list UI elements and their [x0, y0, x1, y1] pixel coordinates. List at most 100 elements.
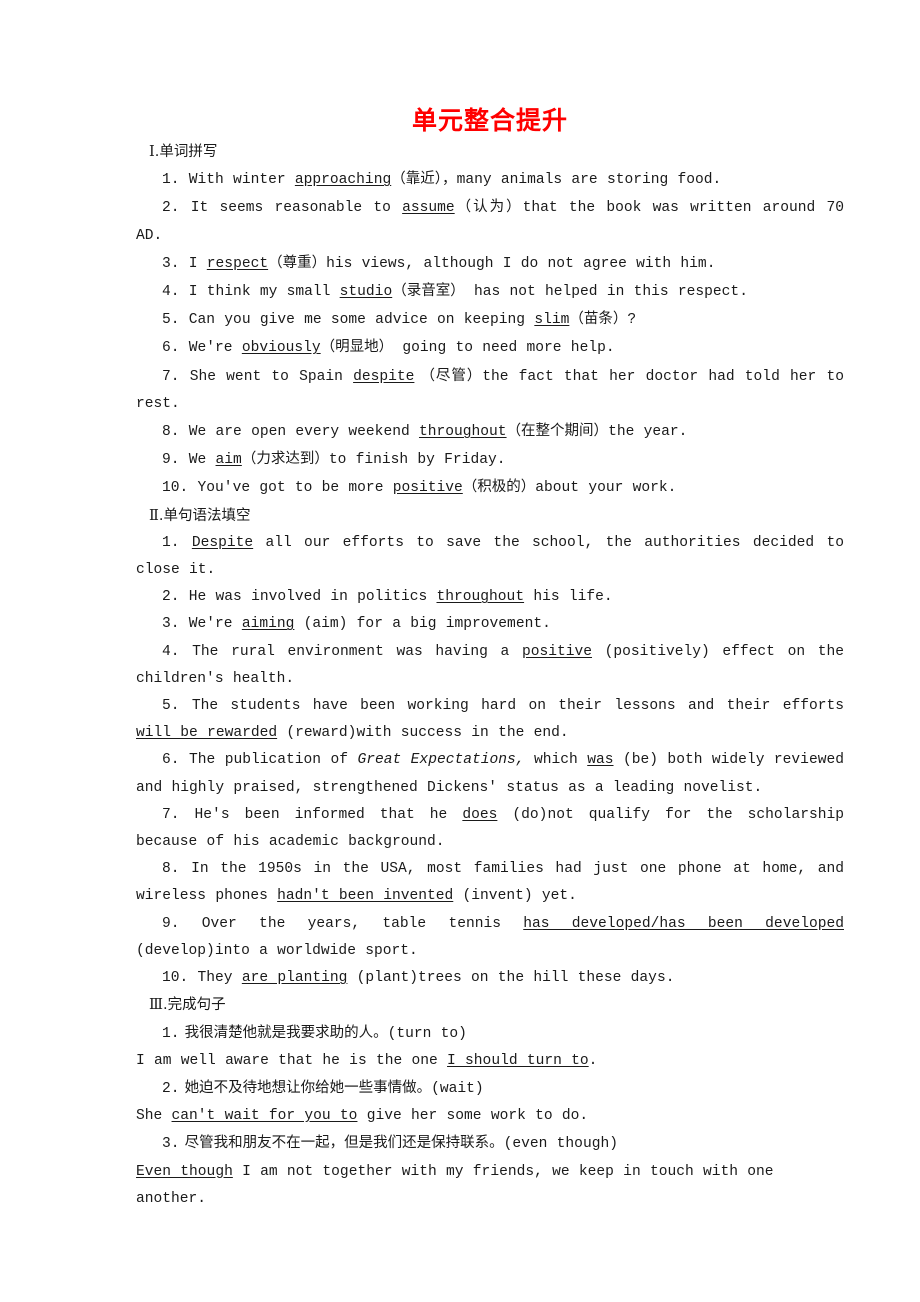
item-post: the year.	[608, 424, 688, 441]
list-item: 8. We are open every weekend throughout（…	[136, 418, 844, 446]
item-pre: Can you give me some advice on keeping	[179, 312, 535, 329]
item-gloss: （尊重）	[268, 254, 327, 271]
list-item: 4. I think my small studio（录音室） has not …	[136, 278, 844, 306]
item-post: for a big improvement.	[347, 616, 551, 633]
item-pre: We're	[179, 340, 242, 357]
answer-blank: Even though	[136, 1163, 233, 1180]
item-number: 2.	[162, 200, 180, 217]
item-hint: (positively)	[592, 643, 710, 660]
item-number: 7.	[162, 368, 180, 385]
item-prompt-cn: 尽管我和朋友不在一起，但是我们还是保持联系。	[179, 1135, 504, 1152]
item-prompt-hint: (wait)	[431, 1080, 484, 1097]
item-number: 1.	[162, 1025, 180, 1042]
section-label-2: 单句语法填空	[163, 507, 251, 524]
item-pre: He was involved in politics	[179, 589, 437, 606]
item-number: 8.	[162, 861, 180, 878]
document-page: 单元整合提升 Ⅰ.单词拼写 1. With winter approaching…	[136, 0, 844, 1213]
item-pre: The publication of	[179, 752, 358, 769]
list-item: 3. 尽管我和朋友不在一起，但是我们还是保持联系。(even though)	[136, 1130, 844, 1158]
list-item: 7. He's been informed that he does (do)n…	[136, 802, 844, 856]
answer-pre: I am well aware that he is the one	[136, 1052, 448, 1069]
item-answer: studio	[339, 284, 393, 301]
item-number: 3.	[162, 1136, 180, 1153]
section-heading-1: Ⅰ.单词拼写	[136, 139, 844, 166]
item-post: into a worldwide sport.	[214, 942, 418, 959]
item-book-title: Great Expectations,	[357, 752, 525, 769]
item-number: 1.	[162, 172, 180, 189]
item-mid: which	[524, 752, 588, 769]
section-heading-2: Ⅱ.单句语法填空	[136, 503, 844, 530]
item-pre: You've got to be more	[188, 480, 393, 497]
list-item: 3. I respect（尊重）his views, although I do…	[136, 250, 844, 278]
item-answer: despite	[353, 368, 415, 385]
list-item: 10. You've got to be more positive（积极的）a…	[136, 474, 844, 502]
item-pre: Over the years, table tennis	[179, 915, 524, 932]
item-hint: (be)	[613, 752, 658, 769]
item-post: ，many animals are storing food.	[441, 172, 722, 189]
item-pre: It seems reasonable to	[179, 200, 403, 217]
item-post: ?	[627, 312, 637, 329]
list-item: 9. Over the years, table tennis has deve…	[136, 911, 844, 965]
page-title: 单元整合提升	[411, 106, 568, 135]
item-post: yet.	[532, 888, 577, 905]
item-gloss: （尽管）	[414, 367, 483, 384]
item-answer: has developed/has been developed	[523, 915, 844, 932]
section-roman-2: Ⅱ	[149, 507, 159, 524]
item-answer: aim	[215, 452, 242, 469]
item-gloss: （明显地）	[320, 339, 394, 356]
answer-post: .	[588, 1052, 598, 1069]
item-hint: (aim)	[294, 616, 348, 633]
item-pre: I	[179, 255, 207, 272]
list-item: 6. The publication of Great Expectations…	[136, 747, 844, 801]
item-number: 5.	[162, 698, 180, 715]
item-number: 4.	[162, 284, 180, 301]
item-number: 6.	[162, 752, 180, 769]
item-answer: does	[462, 806, 498, 823]
item-post: trees on the hill these days.	[417, 970, 675, 987]
list-item: 2. It seems reasonable to assume（认为）that…	[136, 194, 844, 249]
item-pre: He's been informed that he	[179, 806, 463, 823]
item-prompt-hint: (turn to)	[387, 1025, 467, 1042]
item-pre: We're	[179, 616, 242, 633]
list-item: 1. 我很清楚他就是我要求助的人。(turn to)	[136, 1020, 844, 1048]
list-item: 5. Can you give me some advice on keepin…	[136, 306, 844, 334]
item-post: his life.	[524, 589, 613, 606]
item-post: his views, although I do not agree with …	[326, 255, 716, 272]
item-answer: assume	[402, 200, 455, 217]
item-gloss: （认为）	[454, 199, 523, 216]
item-post: has not helped in this respect.	[464, 284, 748, 301]
section-heading-3: Ⅲ.完成句子	[136, 992, 844, 1019]
item-pre: The students have been working hard on t…	[179, 698, 844, 715]
item-pre: They	[188, 970, 242, 987]
item-number: 1.	[162, 534, 180, 551]
list-item: 6. We're obviously（明显地） going to need mo…	[136, 334, 844, 362]
item-number: 8.	[162, 424, 180, 441]
item-pre: We	[179, 452, 216, 469]
item-answer: will be rewarded	[136, 725, 278, 742]
item-gloss: （录音室）	[392, 283, 465, 300]
item-answer: positive	[392, 480, 463, 497]
answer-line: I am well aware that he is the one I sho…	[136, 1048, 844, 1075]
section-label-3: 完成句子	[167, 997, 226, 1014]
item-gloss: （积极的）	[462, 479, 536, 496]
list-item: 8. In the 1950s in the USA, most familie…	[136, 856, 844, 910]
item-hint: (develop)	[136, 942, 215, 959]
answer-blank: I should turn to	[447, 1052, 589, 1069]
item-pre: I think my small	[179, 284, 340, 301]
item-post: to finish by Friday.	[328, 452, 506, 469]
item-answer: was	[587, 752, 614, 769]
answer-post: give her some work to do.	[357, 1108, 589, 1125]
list-item: 5. The students have been working hard o…	[136, 693, 844, 747]
list-item: 2. 她迫不及待地想让你给她一些事情做。(wait)	[136, 1075, 844, 1103]
item-answer: hadn't been invented	[277, 888, 454, 905]
item-number: 2.	[162, 1080, 180, 1097]
item-hint: (plant)	[347, 970, 418, 987]
item-number: 10.	[162, 480, 189, 497]
item-gloss: （力求达到）	[241, 451, 329, 468]
item-post: going to need more help.	[393, 340, 615, 357]
item-number: 3.	[162, 616, 180, 633]
list-item: 9. We aim（力求达到）to finish by Friday.	[136, 446, 844, 474]
list-item: 7. She went to Spain despite （尽管）the fac…	[136, 363, 844, 418]
item-number: 10.	[162, 970, 189, 987]
section-label-1: 单词拼写	[159, 144, 218, 160]
